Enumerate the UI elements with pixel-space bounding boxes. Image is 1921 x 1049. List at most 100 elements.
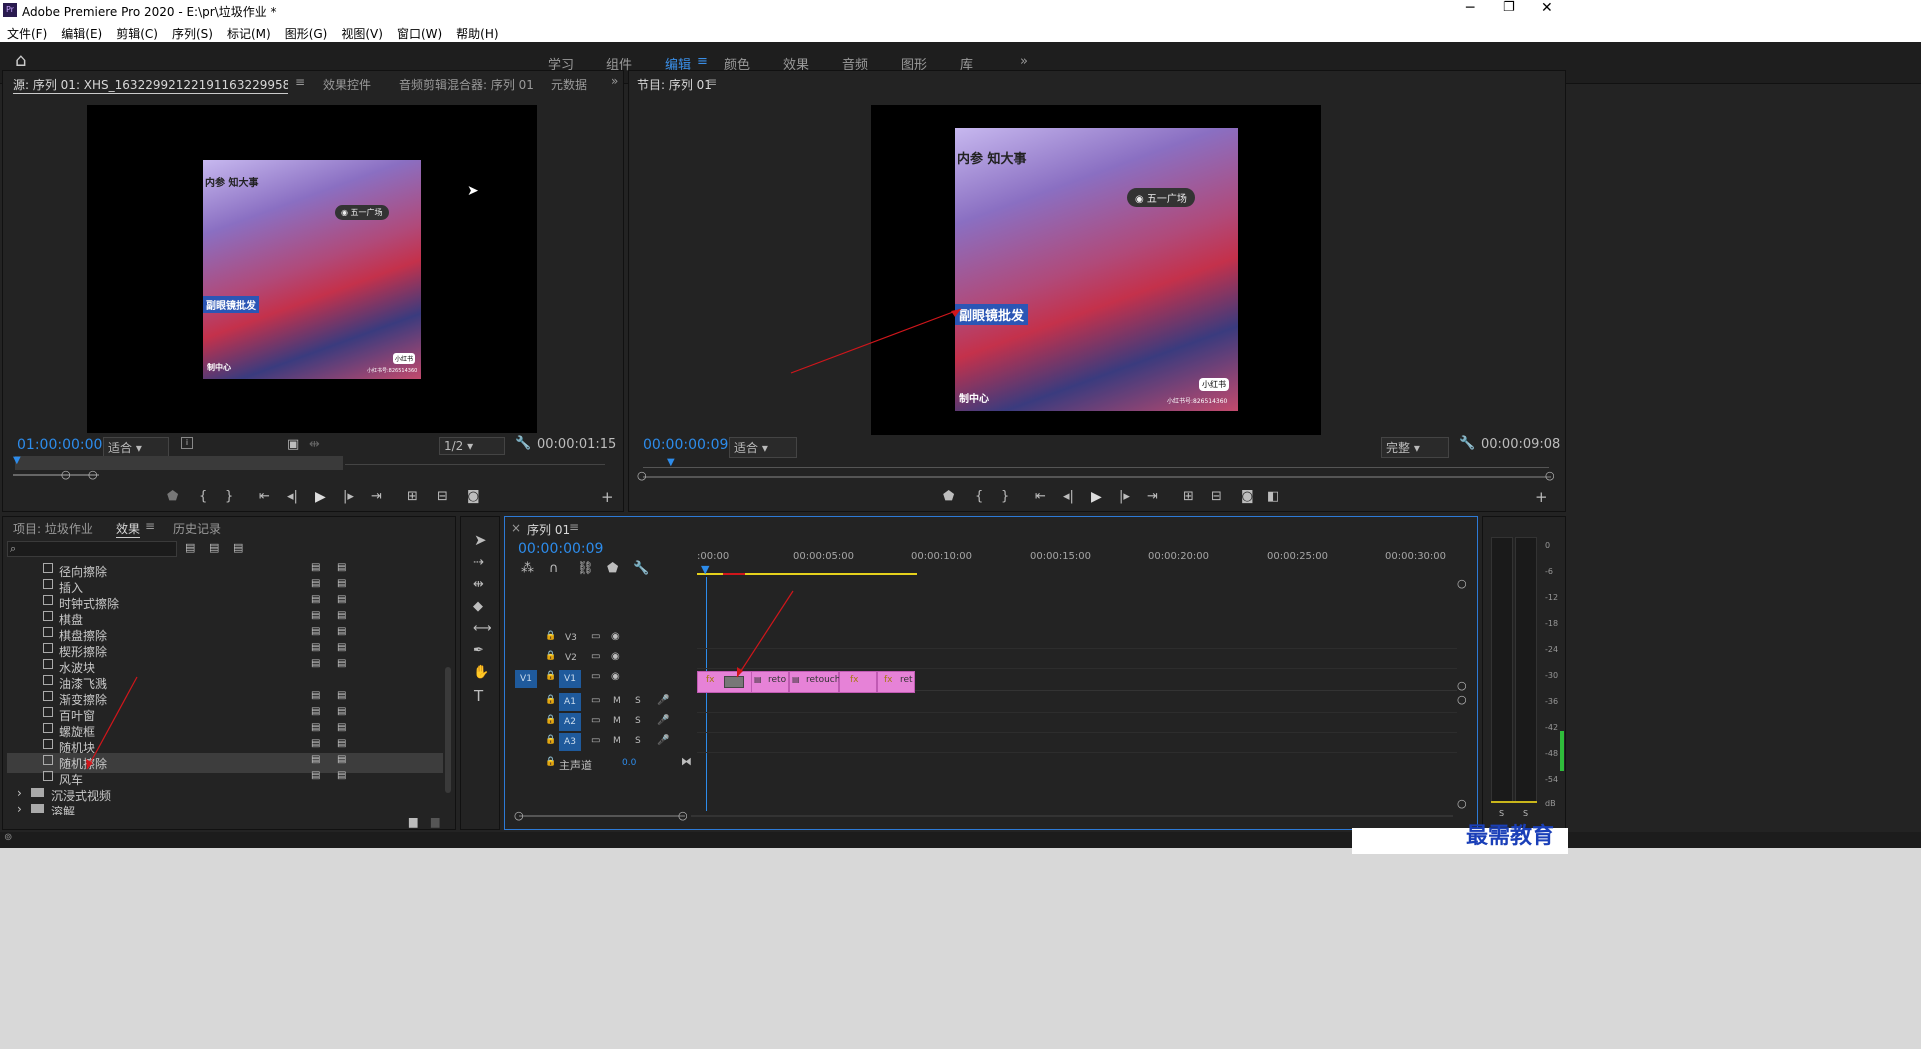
program-time-ruler[interactable] (643, 467, 1549, 468)
source-resolution-select[interactable]: 1/2 ▾ (439, 437, 505, 455)
mic-icon[interactable]: 🎤 (657, 695, 669, 706)
program-go-to-out-icon[interactable]: ⇥ (1147, 489, 1158, 504)
extract-icon[interactable]: ⊟ (1211, 489, 1222, 504)
lock-icon[interactable]: 🔒 (545, 715, 556, 725)
solo-left-button[interactable]: S (1499, 809, 1504, 818)
pen-tool-icon[interactable]: ✒ (473, 643, 484, 658)
effects-scrollbar[interactable] (445, 667, 451, 793)
menu-sequence[interactable]: 序列(S) (165, 22, 220, 42)
tab-project[interactable]: 项目: 垃圾作业 (13, 520, 93, 537)
nest-toggle-icon[interactable]: ⁂ (521, 561, 534, 576)
hand-tool-icon[interactable]: ✋ (473, 665, 489, 680)
master-track-header[interactable]: 🔒 主声道 0.0 ⧓ (505, 755, 697, 775)
drag-audio-icon[interactable]: ⇹ (309, 437, 320, 452)
menu-help[interactable]: 帮助(H) (449, 22, 505, 42)
step-forward-icon[interactable]: |▸ (343, 489, 354, 504)
menu-graphics[interactable]: 图形(G) (278, 22, 335, 42)
program-go-to-in-icon[interactable]: ⇤ (1035, 489, 1046, 504)
film-icon[interactable]: ▭ (591, 735, 600, 746)
lock-icon[interactable]: 🔒 (545, 631, 556, 641)
minimize-icon[interactable]: ─ (1466, 0, 1474, 16)
source-settings-toggle-icon[interactable]: i (181, 437, 193, 449)
ripple-edit-tool-icon[interactable]: ⇹ (473, 577, 484, 592)
program-mark-out-icon[interactable]: } (1001, 489, 1009, 504)
source-wrench-icon[interactable]: 🔧 (515, 436, 531, 451)
timeline-menu-icon[interactable]: ≡ (569, 520, 579, 534)
vertical-zoom-handle-mid[interactable]: ○ (1457, 679, 1467, 692)
program-playhead-timecode[interactable]: 00:00:00:09 (643, 437, 728, 453)
track-select-tool-icon[interactable]: ⇢ (473, 555, 484, 570)
32bit-effects-icon[interactable]: ▤ (209, 541, 219, 554)
close-sequence-icon[interactable]: × (511, 521, 521, 535)
tab-audio-clip-mixer[interactable]: 音频剪辑混合器: 序列 01 (399, 76, 534, 93)
master-volume-value[interactable]: 0.0 (622, 758, 636, 768)
timeline-settings-icon[interactable]: 🔧 (633, 561, 649, 576)
program-quality-select[interactable]: 完整 ▾ (1381, 437, 1449, 458)
program-zoom-handle-left[interactable]: ○ (637, 469, 647, 482)
more-tabs-icon[interactable]: » (611, 74, 618, 88)
timeline-playhead-handle[interactable]: ▼ (701, 563, 709, 576)
vertical-zoom-handle-top[interactable]: ○ (1457, 577, 1467, 590)
source-zoom-handle-left[interactable]: ○ (61, 468, 71, 481)
selection-tool-icon[interactable]: ➤ (474, 531, 487, 549)
lift-icon[interactable]: ⊞ (1183, 489, 1194, 504)
vertical-zoom-handle-bottom[interactable]: ○ (1457, 797, 1467, 810)
film-icon[interactable]: ▭ (591, 715, 600, 726)
menu-clip[interactable]: 剪辑(C) (109, 22, 165, 42)
source-add-button-icon[interactable]: + (601, 488, 614, 506)
source-zoom-bar[interactable] (13, 474, 99, 476)
film-icon[interactable]: ▭ (591, 671, 600, 682)
drag-video-icon[interactable]: ▣ (287, 437, 299, 452)
more-workspaces-icon[interactable]: » (1020, 54, 1028, 69)
source-fit-select[interactable]: 适合 ▾ (103, 437, 169, 458)
yuv-effects-icon[interactable]: ▤ (233, 541, 243, 554)
program-export-frame-icon[interactable]: ◙ (1241, 489, 1254, 504)
linked-selection-icon[interactable]: ⛓ (577, 561, 594, 576)
play-icon[interactable]: ▶ (315, 489, 326, 505)
program-add-button-icon[interactable]: + (1535, 488, 1548, 506)
track-a1-lane[interactable] (697, 693, 1457, 713)
menu-edit[interactable]: 编辑(E) (54, 22, 109, 42)
mark-out-icon[interactable]: } (225, 489, 233, 504)
track-a3-lane[interactable] (697, 733, 1457, 753)
step-back-icon[interactable]: ◂| (287, 489, 298, 504)
source-tab-menu-icon[interactable]: ≡ (295, 75, 305, 89)
time-ruler[interactable]: :00:00 00:00:05:00 00:00:10:00 00:00:15:… (697, 551, 1457, 579)
tab-effect-controls[interactable]: 效果控件 (323, 76, 371, 93)
tab-history[interactable]: 历史记录 (173, 520, 221, 537)
menu-marker[interactable]: 标记(M) (220, 22, 278, 42)
source-playhead[interactable]: ▼ (13, 455, 21, 466)
slip-tool-icon[interactable]: ⟷ (473, 621, 492, 636)
lock-icon[interactable]: 🔒 (545, 735, 556, 745)
tab-metadata[interactable]: 元数据 (551, 76, 587, 93)
eye-icon[interactable]: ◉ (611, 651, 620, 662)
program-zoom-handle-right[interactable]: ○ (1545, 469, 1555, 482)
timeline-clip[interactable]: fx ret (877, 671, 915, 693)
horizontal-zoom-bar[interactable] (519, 815, 685, 817)
mute-button[interactable]: M (613, 696, 621, 706)
horizontal-zoom-handle-right[interactable]: ○ (678, 809, 688, 822)
solo-button[interactable]: S (635, 696, 641, 706)
export-frame-icon[interactable]: ◙ (467, 489, 480, 504)
tab-source[interactable]: 源: 序列 01: XHS_16322992122191163229958516… (13, 76, 288, 94)
program-step-back-icon[interactable]: ◂| (1063, 489, 1074, 504)
type-tool-icon[interactable]: T (474, 687, 483, 705)
program-mark-in-icon[interactable]: { (975, 489, 983, 504)
source-patch-v1[interactable]: V1 (515, 670, 537, 688)
menu-view[interactable]: 视图(V) (334, 22, 390, 42)
vertical-zoom-handle-mid2[interactable]: ○ (1457, 693, 1467, 706)
program-title[interactable]: 节目: 序列 01 (637, 76, 712, 93)
eye-icon[interactable]: ◉ (611, 631, 620, 642)
track-v2-header[interactable]: 🔒 V2 ▭ ◉ (505, 649, 697, 669)
program-menu-icon[interactable]: ≡ (707, 75, 717, 89)
accelerated-effects-icon[interactable]: ▤ (185, 541, 195, 554)
horizontal-zoom-handle-left[interactable]: ○ (514, 809, 524, 822)
track-v2-lane[interactable] (697, 649, 1457, 669)
eye-icon[interactable]: ◉ (611, 671, 620, 682)
program-fit-select[interactable]: 适合 ▾ (729, 437, 797, 458)
home-icon[interactable]: ⌂ (15, 50, 26, 71)
program-playhead[interactable]: ▼ (667, 457, 675, 468)
program-play-icon[interactable]: ▶ (1091, 489, 1102, 505)
horizontal-scroll-track[interactable] (691, 815, 1453, 817)
solo-button[interactable]: S (635, 736, 641, 746)
